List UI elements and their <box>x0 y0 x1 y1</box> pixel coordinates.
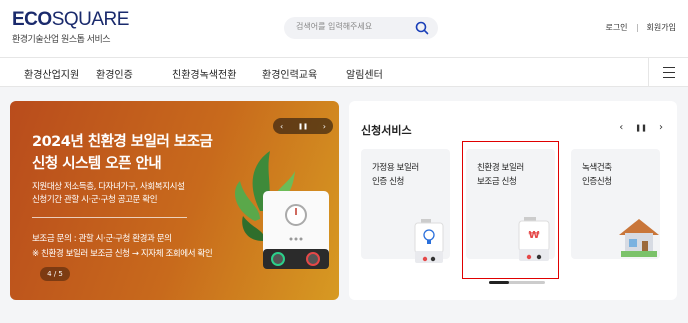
nav-item-env-cert[interactable]: 환경인증 <box>96 66 133 81</box>
nav-item-env-industry[interactable]: 환경산업지원 <box>24 66 79 81</box>
nav-item-env-education[interactable]: 환경인력교육 <box>262 66 317 81</box>
selection-highlight <box>462 141 559 279</box>
logo-text-light: SQUARE <box>51 9 130 30</box>
card-label: 가정용 보일러 인증 신청 <box>372 161 419 189</box>
house-icon <box>619 219 659 257</box>
logo-subtitle: 환경기술산업 원스톱 서비스 <box>12 35 111 45</box>
site-header: ECOSQUARE 환경기술산업 원스톱 서비스 로그인 회원가입 <box>0 0 688 57</box>
boiler-bulb-icon <box>414 219 444 263</box>
nav-item-green-transition[interactable]: 친환경녹색전환 <box>172 66 236 81</box>
banner-contact: 보조금 문의 : 관할 시·군·구청 환경과 문의 ※ 친환경 보일러 보조금 … <box>32 232 213 262</box>
service-card-green-building[interactable]: 녹색건축 인증신청 <box>571 149 660 259</box>
card-label: 녹색건축 인증신청 <box>582 161 612 189</box>
search-icon[interactable] <box>414 20 430 36</box>
banner-contact-line2: ※ 친환경 보일러 보조금 신청 → 지자체 조회에서 확인 <box>32 249 213 259</box>
search-input[interactable] <box>296 22 414 31</box>
card-label-line2: 인증 신청 <box>372 177 404 187</box>
service-card-home-boiler[interactable]: 가정용 보일러 인증 신청 <box>361 149 450 263</box>
card-label-line1: 가정용 보일러 <box>372 163 419 173</box>
logo-text-bold: ECO <box>12 9 52 30</box>
util-links: 로그인 회원가입 <box>605 22 676 33</box>
banner-contact-line1: 보조금 문의 : 관할 시·군·구청 환경과 문의 <box>32 234 172 244</box>
boiler-illustration-icon <box>235 151 329 269</box>
hamburger-menu-icon[interactable] <box>648 58 688 86</box>
banner-next-button[interactable]: › <box>323 122 326 131</box>
signup-link[interactable]: 회원가입 <box>647 22 676 33</box>
service-title: 신청서비스 <box>361 124 412 137</box>
main-nav: 환경산업지원 환경인증 친환경녹색전환 환경인력교육 알림센터 <box>0 57 688 87</box>
page-bottom <box>0 308 688 323</box>
banner-page-indicator: 4 / 5 <box>40 267 70 281</box>
service-pause-button[interactable]: ❚❚ <box>635 122 647 135</box>
banner-desc-line2: 신청기간 관할 시·군·구청 공고문 확인 <box>32 195 158 205</box>
banner-pause-button[interactable]: ❚❚ <box>298 123 308 130</box>
login-link[interactable]: 로그인 <box>605 22 627 33</box>
banner-desc-line1: 지원대상 저소득층, 다자녀가구, 사회복지시설 <box>32 182 185 192</box>
banner-divider <box>32 217 187 218</box>
promo-banner[interactable]: ‹ ❚❚ › 2024년 친환경 보일러 보조금 신청 시스템 오픈 안내 지원… <box>10 101 339 300</box>
banner-prev-button[interactable]: ‹ <box>280 122 283 131</box>
card-label-line2: 인증신청 <box>582 177 612 187</box>
banner-description: 지원대상 저소득층, 다자녀가구, 사회복지시설 신청기간 관할 시·군·구청 … <box>32 181 185 207</box>
service-controls: ‹ ❚❚ › <box>619 122 663 135</box>
banner-controls: ‹ ❚❚ › <box>273 118 333 134</box>
site-logo[interactable]: ECOSQUARE 환경기술산업 원스톱 서비스 <box>12 9 130 46</box>
service-prev-button[interactable]: ‹ <box>619 122 623 135</box>
util-divider <box>636 23 638 32</box>
nav-item-notice-center[interactable]: 알림센터 <box>346 66 383 81</box>
service-carousel-indicator <box>489 281 545 284</box>
service-carousel-active-dot <box>489 281 509 284</box>
search-bar <box>284 17 438 39</box>
card-label-line1: 녹색건축 <box>582 163 612 173</box>
service-next-button[interactable]: › <box>659 122 663 135</box>
